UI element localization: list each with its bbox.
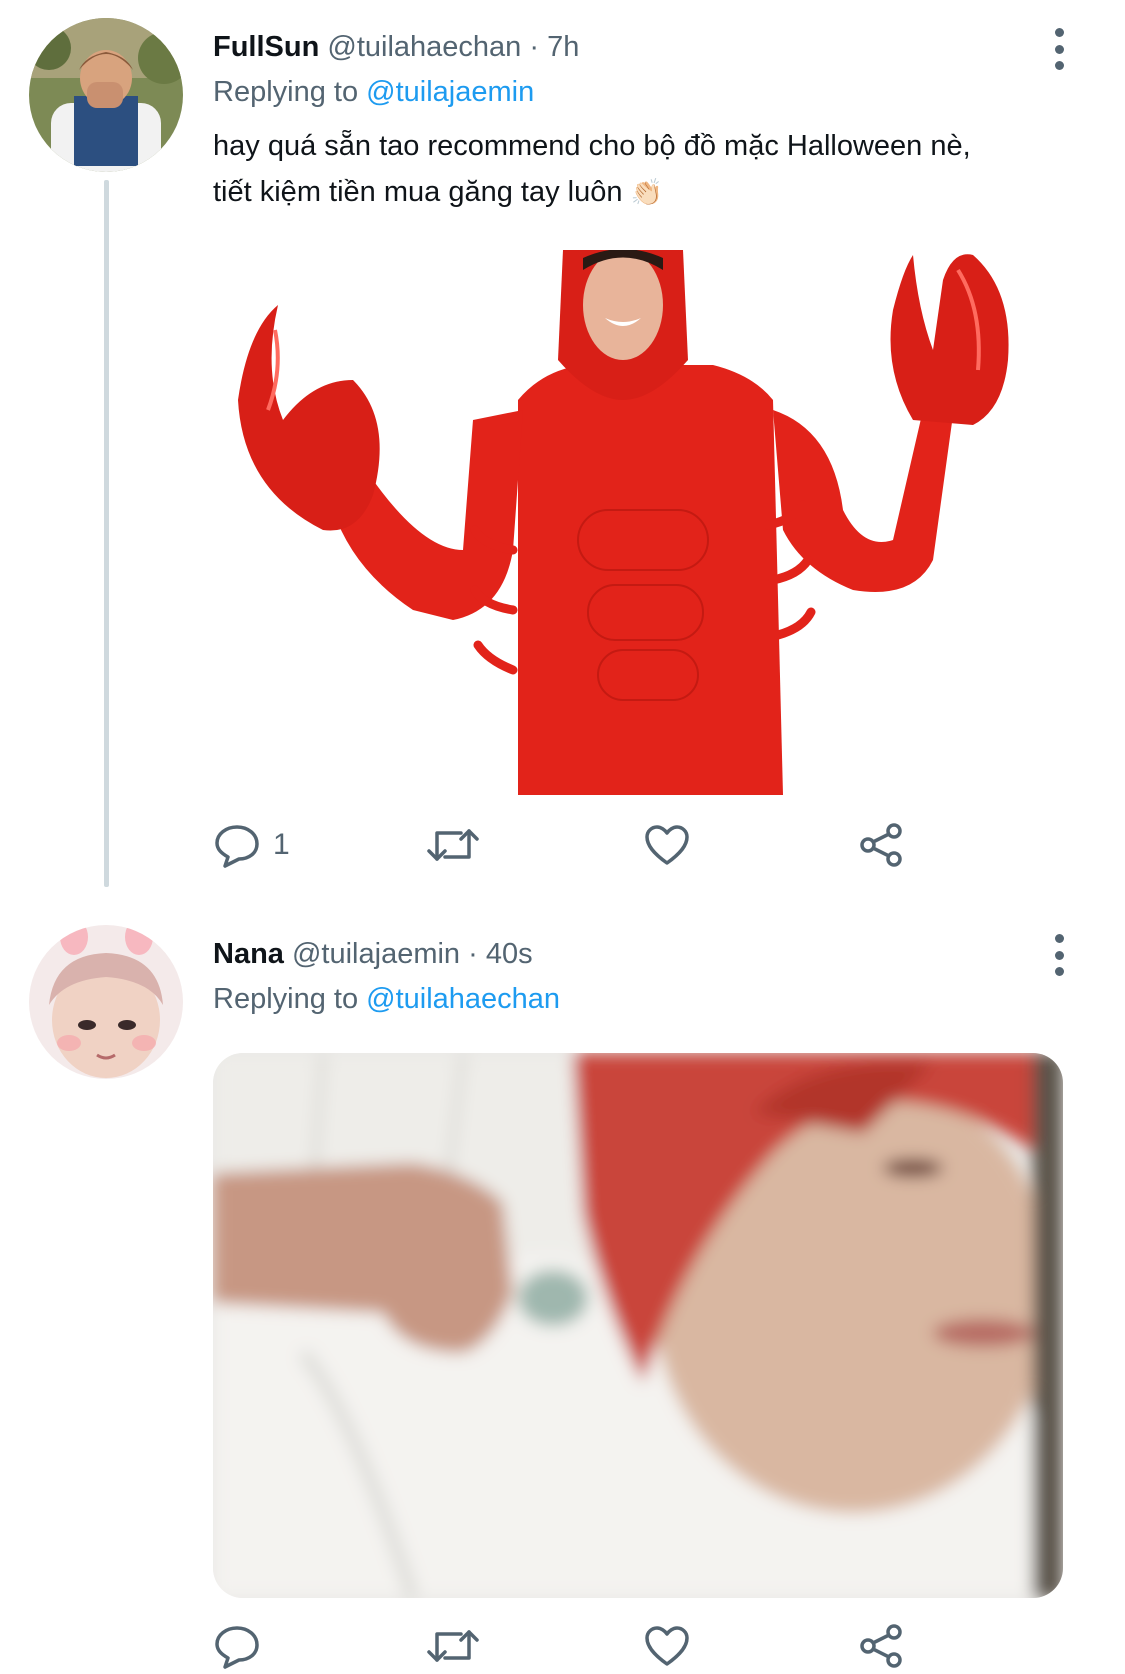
tweet-text-line: tiết kiệm tiền mua găng tay luôn 👏🏻 — [213, 169, 1063, 215]
separator-dot: · — [529, 31, 540, 63]
heart-icon — [645, 1626, 689, 1666]
like-button[interactable] — [643, 817, 691, 873]
reply-button[interactable]: 1 — [213, 817, 290, 873]
tweet-actions: 1 — [213, 817, 1063, 873]
tweet-header: Nana @tuilajaemin · 40s — [213, 936, 533, 972]
reply-count: 1 — [273, 828, 290, 861]
tweet-actions — [213, 1618, 1063, 1674]
retweet-button[interactable] — [425, 1618, 481, 1674]
clapping-hands-emoji: 👏🏻 — [630, 177, 663, 207]
more-vertical-icon — [1054, 934, 1064, 943]
display-name[interactable]: Nana — [213, 938, 284, 970]
share-icon — [860, 1624, 902, 1668]
avatar-fullsun[interactable] — [29, 18, 183, 172]
replying-mention-link[interactable]: @tuilajaemin — [366, 76, 534, 108]
heart-icon — [645, 825, 689, 865]
timestamp[interactable]: 40s — [486, 938, 533, 970]
tweet-nana[interactable]: Nana @tuilajaemin · 40s Replying to @tui… — [0, 880, 1125, 1673]
reply-icon — [215, 825, 259, 868]
tweet-media-image[interactable] — [213, 1053, 1063, 1598]
share-button[interactable] — [858, 1618, 906, 1674]
separator-dot: · — [468, 938, 478, 970]
more-options-button[interactable] — [1039, 930, 1079, 980]
like-button[interactable] — [643, 1618, 691, 1674]
avatar-nana[interactable] — [29, 925, 183, 1079]
replying-to: Replying to @tuilahaechan — [213, 981, 560, 1017]
tweet-fullsun[interactable]: FullSun @tuilahaechan · 7h Replying to @… — [0, 0, 1125, 880]
more-vertical-icon — [1054, 28, 1064, 37]
reply-icon — [215, 1626, 259, 1669]
user-handle[interactable]: @tuilahaechan — [327, 31, 521, 63]
share-button[interactable] — [858, 817, 906, 873]
replying-to: Replying to @tuilajaemin — [213, 74, 534, 110]
replying-prefix: Replying to — [213, 983, 359, 1015]
more-options-button[interactable] — [1039, 24, 1079, 74]
tweet-header: FullSun @tuilahaechan · 7h — [213, 29, 579, 65]
timestamp[interactable]: 7h — [547, 31, 579, 63]
user-handle[interactable]: @tuilajaemin — [292, 938, 460, 970]
tweet-media-image[interactable] — [213, 249, 1063, 795]
retweet-button[interactable] — [425, 817, 481, 873]
retweet-icon — [427, 829, 479, 861]
reply-button[interactable] — [213, 1618, 273, 1674]
share-icon — [860, 823, 902, 867]
tweet-text: hay quá sẵn tao recommend cho bộ đồ mặc … — [213, 123, 1063, 215]
retweet-icon — [427, 1630, 479, 1662]
display-name[interactable]: FullSun — [213, 31, 319, 63]
tweet-text-line: hay quá sẵn tao recommend cho bộ đồ mặc … — [213, 130, 971, 162]
replying-prefix: Replying to — [213, 76, 359, 108]
replying-mention-link[interactable]: @tuilahaechan — [366, 983, 560, 1015]
